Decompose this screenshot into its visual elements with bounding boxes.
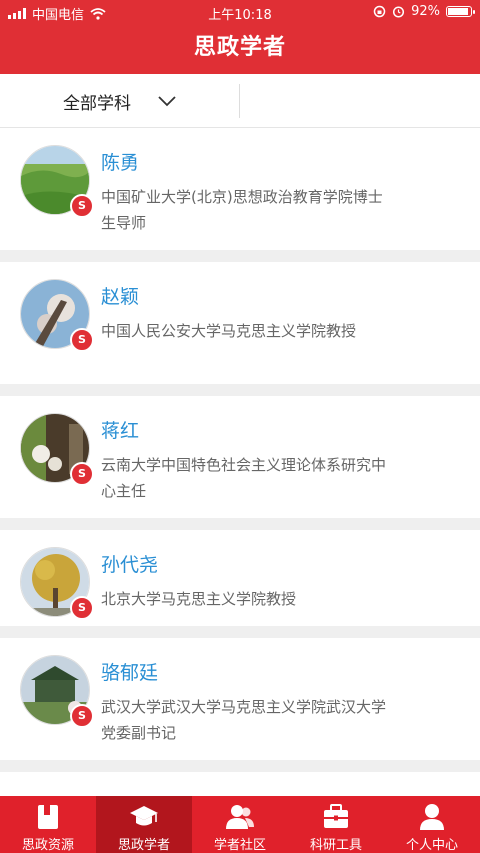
subject-dropdown[interactable]: 全部学科	[0, 74, 240, 128]
scholar-badge: S	[70, 328, 94, 352]
scholar-card[interactable]: S 赵颖 中国人民公安大学马克思主义学院教授	[0, 262, 480, 384]
toolbox-icon	[324, 804, 348, 828]
scholar-badge: S	[70, 596, 94, 620]
scholar-description: 云南大学中国特色社会主义理论体系研究中心主任	[101, 456, 387, 500]
tab-tools[interactable]: 科研工具	[288, 796, 384, 853]
battery-percent: 92%	[411, 4, 440, 19]
filter-divider	[239, 84, 240, 118]
page-title: 思政学者	[0, 24, 480, 74]
tab-profile[interactable]: 个人中心	[384, 796, 480, 853]
graduation-cap-icon	[130, 806, 158, 826]
scholar-name: 陈勇	[101, 152, 140, 174]
scholar-name: 蒋红	[101, 420, 140, 442]
scholar-name: 骆郁廷	[101, 662, 159, 684]
filter-bar: 全部学科	[0, 74, 480, 128]
tab-label: 思政资源	[21, 838, 74, 853]
scholar-badge: S	[70, 704, 94, 728]
scholar-description: 武汉大学武汉大学马克思主义学院武汉大学党委副书记	[101, 698, 387, 742]
scholar-list: S 陈勇 中国矿业大学(北京)思想政治教育学院博士生导师 S 赵颖 中国人民公安…	[0, 128, 480, 824]
tab-scholars[interactable]: 思政学者	[96, 796, 192, 853]
scholar-card[interactable]: S 陈勇 中国矿业大学(北京)思想政治教育学院博士生导师	[0, 128, 480, 250]
scholar-name: 赵颖	[101, 286, 140, 308]
tab-label: 科研工具	[309, 838, 362, 853]
scholar-card[interactable]: S 孙代尧 北京大学马克思主义学院教授	[0, 530, 480, 626]
battery-icon	[446, 6, 475, 17]
bottom-tab-bar: 思政资源 思政学者 学者社区 科研工具 个人中心	[0, 796, 480, 853]
person-icon	[420, 804, 444, 830]
chevron-down-icon	[158, 96, 176, 107]
book-icon	[38, 805, 58, 829]
scholar-name: 孙代尧	[101, 554, 159, 576]
tab-label: 思政学者	[117, 838, 170, 853]
scholar-description: 中国人民公安大学马克思主义学院教授	[101, 322, 357, 340]
tab-label: 学者社区	[213, 838, 266, 853]
scholar-description: 中国矿业大学(北京)思想政治教育学院博士生导师	[101, 188, 383, 232]
scholar-description: 北京大学马克思主义学院教授	[101, 590, 297, 608]
alarm-icon	[393, 6, 405, 18]
scholar-badge: S	[70, 194, 94, 218]
subject-dropdown-label: 全部学科	[63, 93, 131, 114]
tab-label: 个人中心	[405, 838, 458, 853]
status-bar: 中国电信 上午10:18 92%	[0, 0, 480, 24]
tab-resources[interactable]: 思政资源	[0, 796, 96, 853]
rotation-lock-icon	[373, 5, 386, 18]
tab-community[interactable]: 学者社区	[192, 796, 288, 853]
scholar-badge: S	[70, 462, 94, 486]
people-icon	[226, 805, 254, 829]
scholar-card[interactable]: S 蒋红 云南大学中国特色社会主义理论体系研究中心主任	[0, 396, 480, 518]
scholar-card[interactable]: S 骆郁廷 武汉大学武汉大学马克思主义学院武汉大学党委副书记	[0, 638, 480, 760]
